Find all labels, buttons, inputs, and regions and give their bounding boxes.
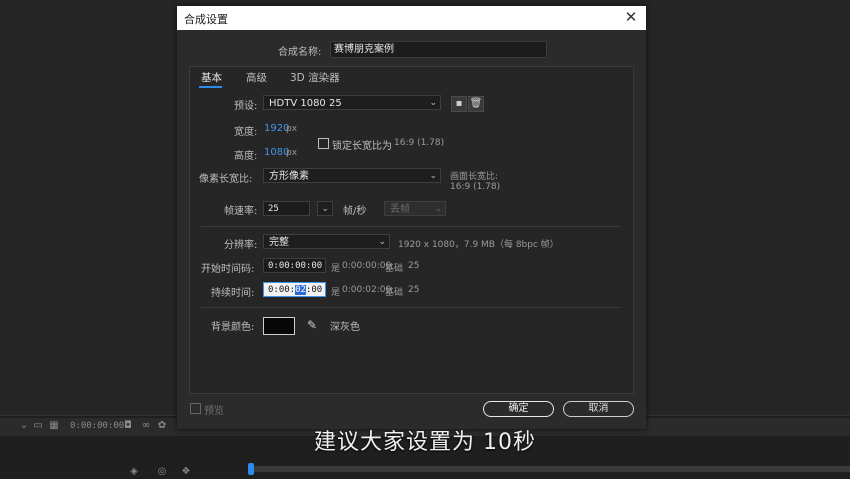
comp-name-label: 合成名称: (278, 47, 322, 58)
timeline-ruler[interactable] (248, 466, 850, 472)
pixel-aspect-value: 方形像素 (269, 171, 309, 182)
fps-input[interactable]: 25 (263, 201, 310, 216)
chevron-down-icon: ⌄ (321, 204, 329, 214)
start-timecode-info: 0:00:00:00 (342, 261, 392, 271)
preset-value: HDTV 1080 25 (269, 98, 342, 109)
save-preset-icon[interactable]: ▪ (451, 96, 467, 112)
width-unit: px (286, 124, 298, 134)
dialog-titlebar: 合成设置 ✕ (177, 6, 646, 30)
resolution-label: 分辨率: (224, 240, 258, 251)
fps-unit: 帧/秒 (343, 206, 367, 217)
duration-info: 0:00:02:00 (342, 285, 392, 295)
cancel-button[interactable]: 取消 (563, 401, 634, 417)
preview-checkbox[interactable] (190, 403, 201, 414)
eyedropper-icon[interactable]: ✎ (304, 317, 320, 333)
section-divider (201, 226, 621, 227)
duration-input[interactable]: 0:00:02:00 (263, 282, 326, 297)
resolution-value: 完整 (269, 237, 289, 248)
preset-select[interactable]: HDTV 1080 25 ⌄ (263, 95, 441, 110)
pixel-aspect-label: 像素长宽比: (199, 174, 253, 185)
fps-dropdown[interactable]: ⌄ (317, 201, 333, 216)
start-timecode-input[interactable]: 0:00:00:00 (263, 258, 326, 273)
lock-aspect-label: 锁定长宽比为 (332, 141, 392, 152)
active-tab-indicator (199, 86, 222, 88)
tab-advanced[interactable]: 高级 (246, 70, 267, 85)
comp-name-input[interactable]: 赛博朋克案例 (330, 41, 547, 58)
resolution-info: 1920 x 1080，7.9 MB（每 8bpc 帧） (398, 240, 559, 250)
duration-base-value: 25 (408, 285, 420, 295)
resolution-select[interactable]: 完整 ⌄ (263, 234, 390, 249)
drop-frame-select[interactable]: 丢帧 ⌄ (384, 201, 446, 216)
lock-aspect-checkbox[interactable] (318, 138, 329, 149)
chevron-down-icon: ⌄ (434, 204, 442, 214)
chevron-down-icon: ⌄ (429, 98, 437, 108)
chevron-down-icon: ⌄ (429, 171, 437, 181)
layer-icon[interactable]: ◈ (128, 466, 140, 477)
duration-text-post: :00 (305, 285, 323, 295)
settings-panel (189, 66, 634, 394)
drop-frame-value: 丢帧 (390, 204, 410, 215)
tab-3d-renderer[interactable]: 3D 渲染器 (290, 70, 340, 85)
video-subtitle: 建议大家设置为 10秒 (314, 430, 536, 455)
duration-selection: 02 (295, 285, 306, 295)
close-icon[interactable]: ✕ (622, 8, 640, 26)
composition-settings-dialog: 合成设置 ✕ 合成名称: 赛博朋克案例 基本 高级 3D 渲染器 预设: HDT… (177, 6, 646, 429)
section-divider (201, 307, 621, 308)
height-unit: px (286, 148, 298, 158)
start-timecode-label: 开始时间码: (201, 264, 255, 275)
tab-basic[interactable]: 基本 (201, 70, 222, 85)
start-timecode-prefix: 是 (331, 264, 341, 274)
start-base-value: 25 (408, 261, 420, 271)
duration-base-label: 基础 (385, 288, 404, 298)
bg-color-label: 背景颜色: (211, 322, 255, 333)
duration-text-pre: 0:00: (268, 285, 296, 295)
shape-icon[interactable]: ◎ (156, 466, 168, 477)
dialog-title: 合成设置 (184, 13, 228, 26)
pixel-aspect-select[interactable]: 方形像素 ⌄ (263, 168, 441, 183)
width-label: 宽度: (234, 127, 258, 138)
effects-icon[interactable]: ❖ (180, 466, 192, 477)
lock-aspect-ratio: 16:9 (1.78) (394, 138, 445, 148)
bg-color-name: 深灰色 (330, 322, 360, 333)
preview-label: 预览 (204, 406, 224, 417)
bg-color-swatch[interactable] (263, 317, 295, 335)
chevron-down-icon: ⌄ (378, 237, 386, 247)
trash-icon[interactable]: 🗑 (468, 96, 484, 112)
fps-label: 帧速率: (224, 206, 258, 217)
duration-prefix: 是 (331, 288, 341, 298)
start-base-label: 基础 (385, 264, 404, 274)
frame-aspect-value: 16:9 (1.78) (450, 182, 501, 192)
playhead[interactable] (248, 463, 254, 475)
ok-button[interactable]: 确定 (483, 401, 554, 417)
height-label: 高度: (234, 151, 258, 162)
duration-label: 持续时间: (211, 288, 255, 299)
preset-label: 预设: (234, 101, 258, 112)
frame-aspect-label: 画面长宽比: (450, 172, 499, 182)
